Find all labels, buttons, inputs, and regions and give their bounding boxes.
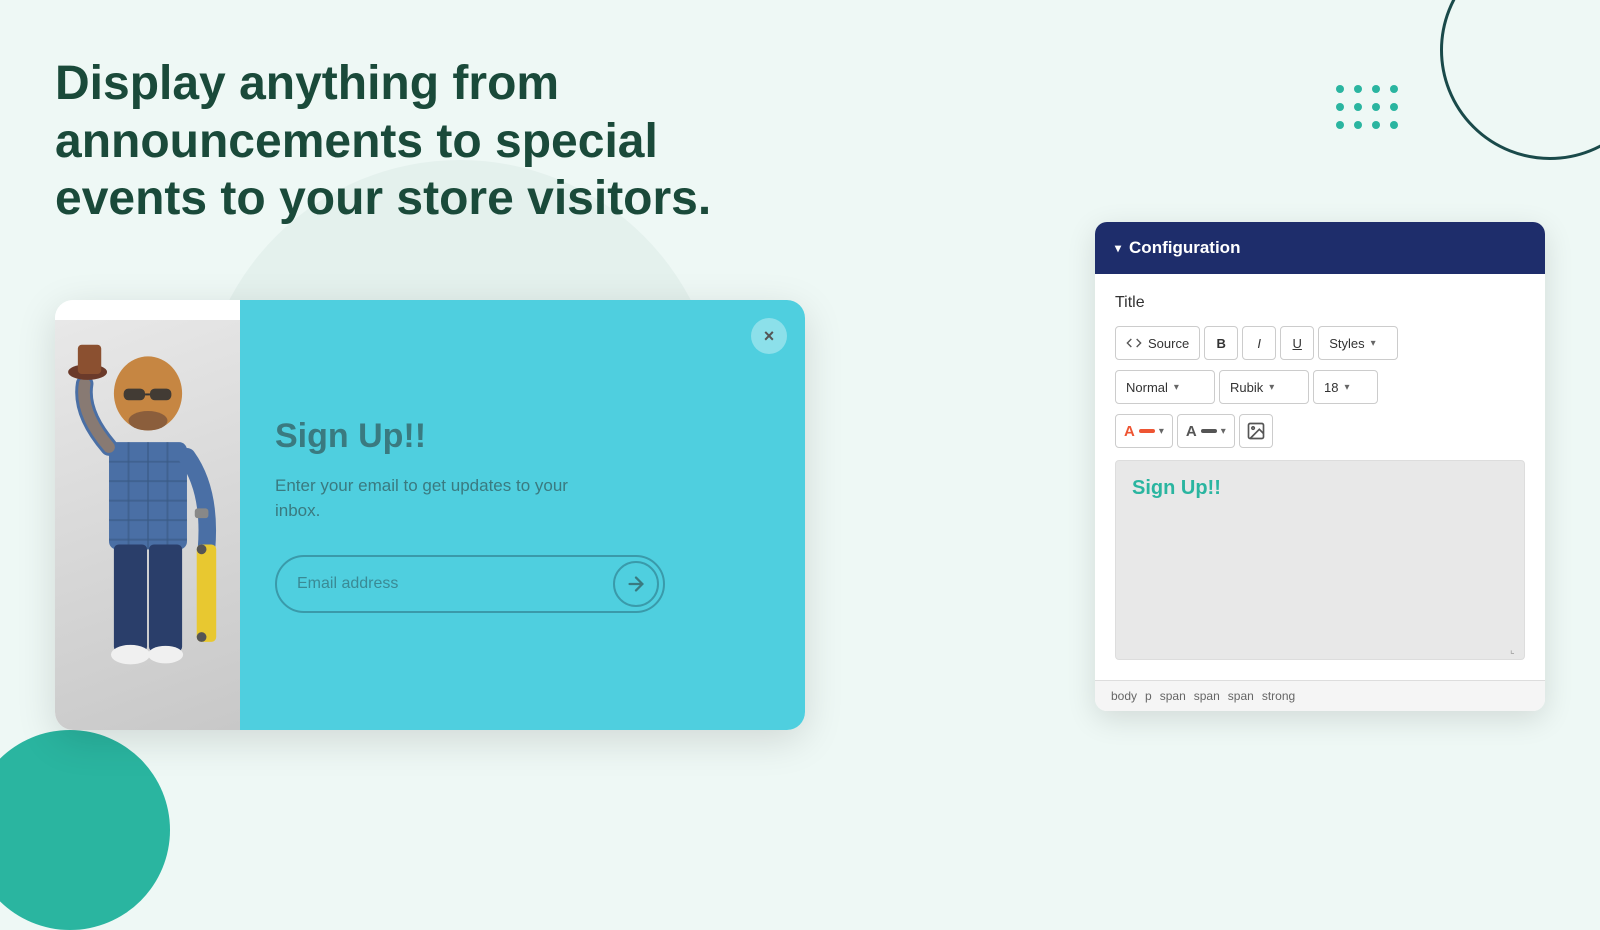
status-span-3: span [1228,689,1254,703]
person-placeholder [55,320,240,730]
dot [1372,103,1380,111]
font-dropdown[interactable]: Rubik ▾ [1219,370,1309,404]
person-illustration [68,335,228,715]
styles-dropdown-arrow: ▾ [1371,338,1376,349]
status-body: body [1111,689,1137,703]
dot [1372,121,1380,129]
text-color-swatch [1139,429,1155,433]
config-header-label: Configuration [1129,238,1240,258]
popup-card: × Sign Up!! Enter your email to get upda… [55,300,805,730]
toolbar-row-3: A ▾ A ▾ [1115,414,1525,448]
font-dropdown-arrow: ▾ [1269,382,1274,393]
status-p: p [1145,689,1152,703]
toolbar-row-2: Normal ▾ Rubik ▾ 18 ▾ [1115,370,1525,404]
email-input[interactable] [297,575,613,593]
format-label: Normal [1126,380,1168,395]
size-dropdown-arrow: ▾ [1344,382,1349,393]
dot [1336,103,1344,111]
bold-button[interactable]: B [1204,326,1238,360]
italic-label: I [1257,336,1261,351]
dot [1336,85,1344,93]
popup-subtitle: Enter your email to get updates to your … [275,474,595,523]
bg-circle-bottom-left [0,730,170,930]
image-icon [1246,421,1266,441]
bg-color-button[interactable]: A ▾ [1177,414,1235,448]
underline-label: U [1293,336,1302,351]
config-body: Title Source B I U [1095,274,1545,680]
bg-color-arrow: ▾ [1221,426,1226,437]
source-button[interactable]: Source [1115,326,1200,360]
config-panel: ▾ Configuration Title Source B I [1095,222,1545,711]
editor-area[interactable]: Sign Up!! ⌞ [1115,460,1525,660]
dot [1372,85,1380,93]
status-span-1: span [1160,689,1186,703]
status-strong: strong [1262,689,1295,703]
source-icon [1126,335,1142,351]
popup-content-right: × Sign Up!! Enter your email to get upda… [240,300,805,730]
bold-label: B [1217,336,1226,351]
hero-title: Display anything from announcements to s… [55,55,755,228]
dot [1390,103,1398,111]
source-label: Source [1148,336,1189,351]
styles-dropdown[interactable]: Styles ▾ [1318,326,1398,360]
popup-title: Sign Up!! [275,417,765,456]
text-color-button[interactable]: A ▾ [1115,414,1173,448]
size-dropdown[interactable]: 18 ▾ [1313,370,1378,404]
styles-label: Styles [1329,336,1364,351]
format-dropdown-arrow: ▾ [1174,382,1179,393]
hero-section: Display anything from announcements to s… [55,55,755,228]
size-label: 18 [1324,380,1338,395]
insert-image-button[interactable] [1239,414,1273,448]
dot [1354,85,1362,93]
dot [1354,103,1362,111]
bg-color-label: A [1186,423,1197,440]
dot [1354,121,1362,129]
font-label: Rubik [1230,380,1263,395]
dot [1390,85,1398,93]
editor-content: Sign Up!! [1132,477,1508,500]
status-span-2: span [1194,689,1220,703]
format-dropdown[interactable]: Normal ▾ [1115,370,1215,404]
dot-grid-decoration [1336,85,1400,131]
resize-handle[interactable]: ⌞ [1510,645,1524,659]
underline-button[interactable]: U [1280,326,1314,360]
bg-color-swatch [1201,429,1217,433]
config-section-title: Title [1115,294,1525,312]
bg-circle-top-right [1440,0,1600,160]
submit-button[interactable] [613,561,659,607]
text-color-arrow: ▾ [1159,426,1164,437]
italic-button[interactable]: I [1242,326,1276,360]
close-button[interactable]: × [751,318,787,354]
text-color-label: A [1124,423,1135,440]
toolbar-row-1: Source B I U Styles ▾ [1115,326,1525,360]
chevron-icon: ▾ [1115,241,1121,255]
status-bar: body p span span span strong [1095,680,1545,711]
dot [1336,121,1344,129]
config-header: ▾ Configuration [1095,222,1545,274]
email-form-row [275,555,665,613]
dot [1390,121,1398,129]
arrow-right-icon [625,573,647,595]
popup-image-left [55,300,240,730]
